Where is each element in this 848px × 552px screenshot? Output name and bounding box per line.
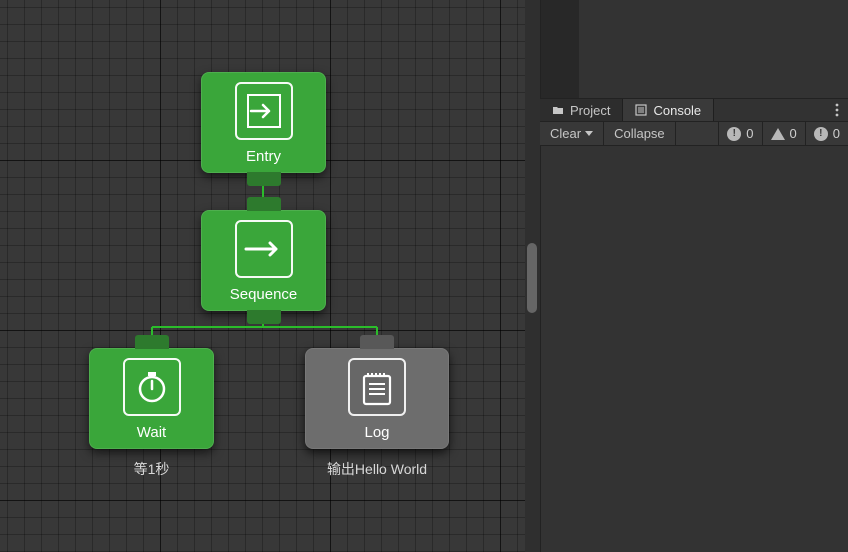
node-log-label: Log	[364, 424, 389, 441]
console-icon	[635, 104, 647, 116]
warning-icon	[771, 128, 785, 140]
console-body[interactable]	[540, 146, 848, 552]
collapse-button[interactable]: Collapse	[604, 122, 676, 145]
node-log-in-port[interactable]	[360, 335, 394, 349]
scrollbar-thumb[interactable]	[527, 243, 537, 313]
timer-icon	[123, 358, 181, 416]
node-log[interactable]: Log 输出Hello World	[305, 348, 449, 449]
kebab-icon	[835, 103, 839, 117]
panel-tab-bar: Project Console	[540, 98, 848, 122]
node-wait-in-port[interactable]	[135, 335, 169, 349]
log-icon	[348, 358, 406, 416]
node-wait-label: Wait	[137, 424, 166, 441]
error-count-toggle[interactable]: ! 0	[805, 122, 848, 145]
node-sequence-out-port[interactable]	[247, 310, 281, 324]
tab-console-label: Console	[653, 103, 701, 118]
tab-console[interactable]: Console	[623, 99, 714, 121]
node-wait[interactable]: Wait 等1秒	[89, 348, 214, 449]
warn-count-value: 0	[790, 126, 797, 141]
tab-project[interactable]: Project	[540, 99, 623, 121]
node-log-sublabel: 输出Hello World	[305, 459, 449, 479]
info-count-value: 0	[746, 126, 753, 141]
error-count-value: 0	[833, 126, 840, 141]
node-sequence[interactable]: Sequence	[201, 210, 326, 311]
node-entry-out-port[interactable]	[247, 172, 281, 186]
sequence-icon	[235, 220, 293, 278]
entry-icon	[235, 82, 293, 140]
panel-menu-button[interactable]	[826, 99, 848, 121]
tab-project-label: Project	[570, 103, 610, 118]
upper-panel	[540, 0, 848, 98]
console-toolbar: Clear Collapse ! 0 0 ! 0	[540, 122, 848, 146]
clear-button-label: Clear	[550, 126, 581, 141]
behavior-graph-canvas[interactable]: Entry Sequence Wait 等1秒	[0, 0, 540, 552]
chevron-down-icon	[585, 131, 593, 136]
node-entry[interactable]: Entry	[201, 72, 326, 173]
node-sequence-in-port[interactable]	[247, 197, 281, 211]
node-sequence-label: Sequence	[230, 286, 298, 303]
node-entry-label: Entry	[246, 148, 281, 165]
node-wait-sublabel: 等1秒	[89, 459, 214, 479]
vertical-scrollbar[interactable]	[525, 0, 540, 552]
folder-icon	[552, 104, 564, 116]
collapse-button-label: Collapse	[614, 126, 665, 141]
error-icon: !	[814, 127, 828, 141]
warn-count-toggle[interactable]: 0	[762, 122, 805, 145]
info-count-toggle[interactable]: ! 0	[718, 122, 761, 145]
right-panel: Project Console Clear Collapse ! 0	[540, 0, 848, 552]
info-icon: !	[727, 127, 741, 141]
clear-button[interactable]: Clear	[540, 122, 604, 145]
